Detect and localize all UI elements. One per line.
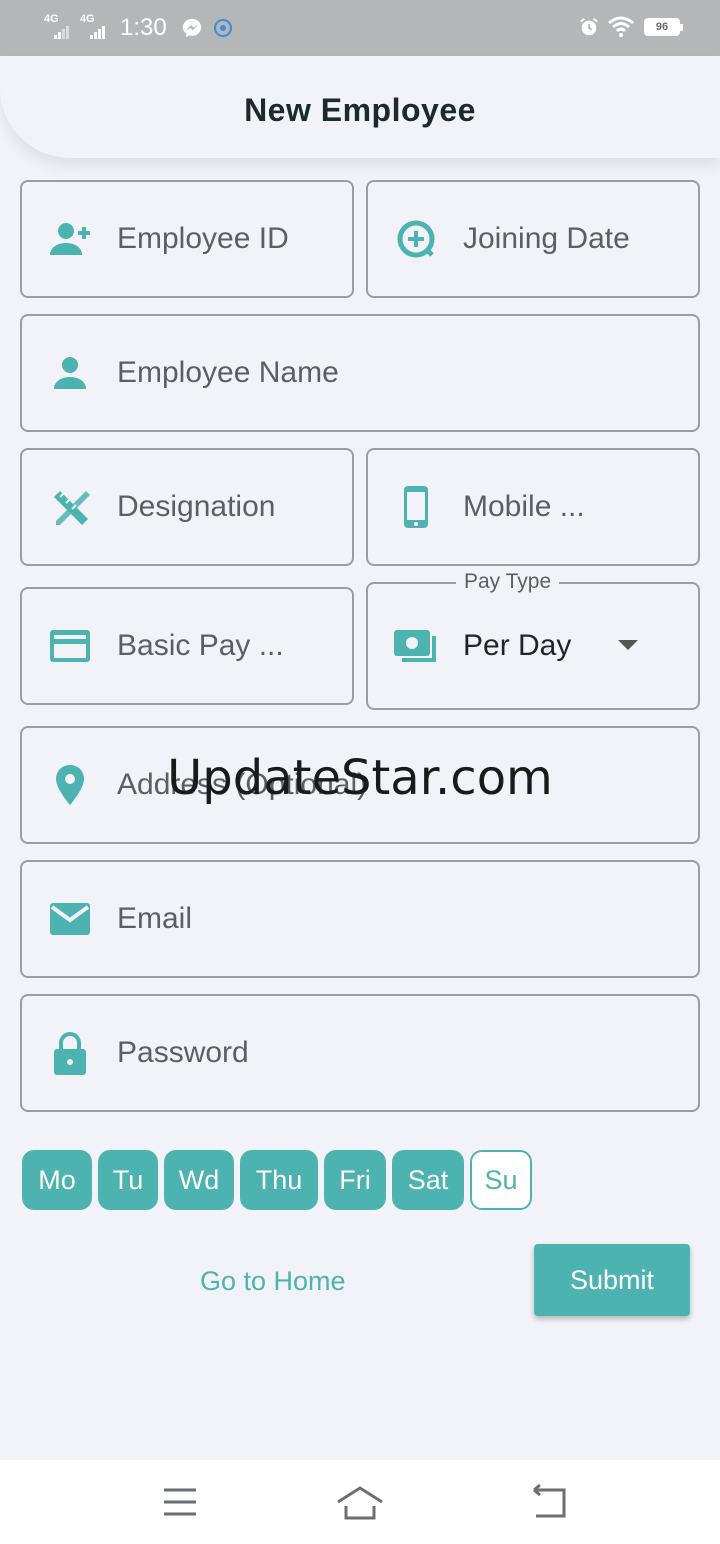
day-chip-tu[interactable]: Tu bbox=[98, 1150, 158, 1210]
mobile-placeholder: Mobile ... bbox=[463, 490, 585, 523]
person-add-icon bbox=[46, 215, 94, 263]
lock-icon bbox=[46, 1029, 94, 1077]
network-type: 4G bbox=[44, 13, 59, 25]
day-chip-mo[interactable]: Mo bbox=[22, 1150, 92, 1210]
go-to-home-link[interactable]: Go to Home bbox=[200, 1266, 346, 1297]
day-chip-fri[interactable]: Fri bbox=[324, 1150, 386, 1210]
email-placeholder: Email bbox=[117, 902, 193, 935]
day-chip-thu[interactable]: Thu bbox=[240, 1150, 318, 1210]
page-title: New Employee bbox=[244, 92, 476, 128]
employee-id-placeholder: Employee ID bbox=[117, 222, 289, 255]
signal-icon: 4G bbox=[44, 13, 70, 39]
chevron-down-icon[interactable] bbox=[618, 640, 638, 650]
basic-pay-field[interactable]: Basic Pay ... bbox=[20, 587, 354, 705]
password-placeholder: Password bbox=[117, 1036, 249, 1069]
employee-name-placeholder: Employee Name bbox=[117, 356, 339, 389]
design-tools-icon bbox=[46, 483, 94, 531]
messenger-icon bbox=[182, 18, 201, 38]
password-field[interactable]: Password bbox=[20, 994, 700, 1112]
clock: 1:30 bbox=[120, 14, 167, 41]
joining-date-placeholder: Joining Date bbox=[463, 222, 630, 255]
pay-type-legend: Pay Type bbox=[456, 570, 560, 594]
designation-field[interactable]: Designation bbox=[20, 448, 354, 566]
joining-date-field[interactable]: Joining Date bbox=[366, 180, 700, 298]
employee-name-field[interactable]: Employee Name bbox=[20, 314, 700, 432]
notification-icon bbox=[213, 19, 232, 37]
back-icon[interactable] bbox=[522, 1482, 574, 1522]
wifi-icon bbox=[608, 16, 634, 37]
home-icon[interactable] bbox=[334, 1482, 386, 1522]
smartphone-icon bbox=[392, 483, 440, 531]
signal-icon-2: 4G bbox=[80, 13, 106, 39]
pay-type-value: Per Day bbox=[463, 629, 572, 662]
date-add-icon bbox=[392, 215, 440, 263]
app-bar: New Employee bbox=[0, 56, 720, 158]
basic-pay-placeholder: Basic Pay ... bbox=[117, 629, 284, 662]
pay-type-dropdown[interactable]: Pay Type Per Day bbox=[366, 570, 700, 710]
email-field[interactable]: Email bbox=[20, 860, 700, 978]
menu-icon[interactable] bbox=[154, 1482, 206, 1522]
watermark: UpdateStar.com bbox=[167, 750, 553, 806]
network-type-2: 4G bbox=[80, 13, 95, 25]
money-icon bbox=[392, 622, 440, 670]
day-chip-wd[interactable]: Wd bbox=[164, 1150, 234, 1210]
mail-icon bbox=[46, 895, 94, 943]
alarm-icon bbox=[580, 18, 598, 36]
system-navigation-bar bbox=[0, 1460, 720, 1544]
battery-icon: 96 bbox=[644, 18, 683, 36]
person-icon bbox=[46, 349, 94, 397]
day-chip-su[interactable]: Su bbox=[470, 1150, 532, 1210]
weekday-selector: Mo Tu Wd Thu Fri Sat Su bbox=[22, 1150, 538, 1210]
credit-card-icon bbox=[46, 622, 94, 670]
battery-level: 96 bbox=[655, 21, 669, 33]
day-chip-sat[interactable]: Sat bbox=[392, 1150, 464, 1210]
employee-id-field[interactable]: Employee ID bbox=[20, 180, 354, 298]
submit-button[interactable]: Submit bbox=[534, 1244, 690, 1316]
status-bar: 4G 4G 1:30 96 bbox=[0, 0, 720, 56]
designation-placeholder: Designation bbox=[117, 490, 276, 523]
mobile-field[interactable]: Mobile ... bbox=[366, 448, 700, 566]
